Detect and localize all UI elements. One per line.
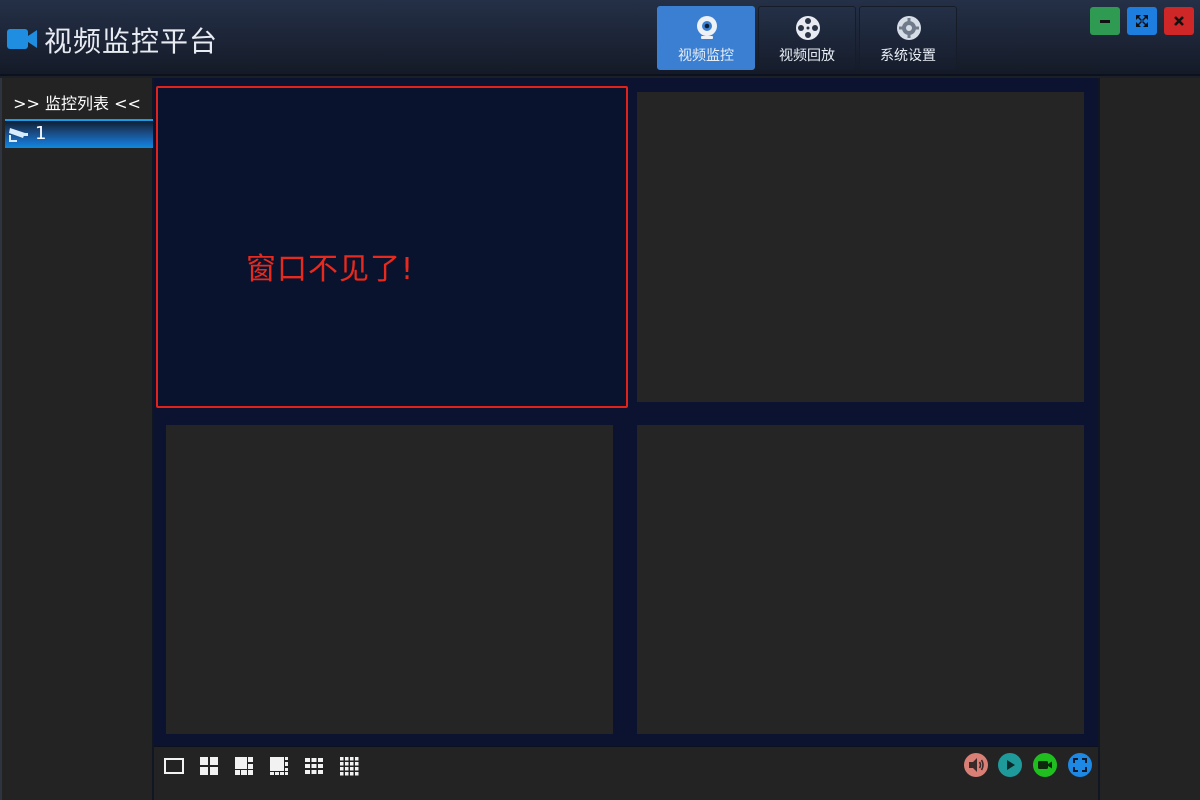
right-panel [1098,78,1200,800]
nav-label: 视频监控 [678,48,734,64]
camera-list-title[interactable]: >> 监控列表 << [2,90,152,114]
play-icon [1007,760,1015,770]
video-grid: 窗口不见了! [154,78,1098,746]
nav-settings-button[interactable]: 系统设置 [859,6,957,70]
pane-annotation: 窗口不见了! [246,252,415,287]
play-button[interactable] [998,753,1022,777]
maximize-button[interactable] [1127,7,1157,35]
gear-icon [897,16,921,40]
layout-1-icon[interactable] [164,756,184,776]
main-nav: 视频监控 视频回放 系统设置 [657,6,960,70]
minimize-icon [1100,20,1110,23]
nav-playback-button[interactable]: 视频回放 [758,6,856,70]
layout-16-icon[interactable] [339,756,359,776]
fullscreen-button[interactable] [1068,753,1092,777]
record-button[interactable] [1033,753,1057,777]
video-camera-icon [7,29,37,49]
nav-label: 视频回放 [779,48,835,64]
nav-video-monitor-button[interactable]: 视频监控 [657,6,755,70]
camera-label: 1 [35,123,47,144]
title-bar: 视频监控平台 视频监控 视频回放 系统设置 [0,0,1200,76]
video-pane[interactable] [637,425,1084,734]
volume-icon [969,758,984,772]
layout-9-icon[interactable] [304,756,324,776]
layout-8-icon[interactable] [269,756,289,776]
camera-list-item[interactable]: 1 [5,119,153,148]
film-reel-icon [796,16,820,40]
layout-6-icon[interactable] [234,756,254,776]
close-button[interactable] [1164,7,1194,35]
fullscreen-icon [1073,758,1087,772]
camera-list-panel: >> 监控列表 << 1 [0,78,154,800]
minimize-button[interactable] [1090,7,1120,35]
webcam-icon [697,16,717,39]
video-pane[interactable] [166,425,613,734]
video-pane[interactable] [637,92,1084,402]
maximize-icon [1136,15,1148,27]
video-toolbar [154,746,1098,800]
layout-4-icon[interactable] [199,756,219,776]
app-title: 视频监控平台 [44,25,219,58]
video-pane-selected[interactable]: 窗口不见了! [156,86,628,408]
nav-label: 系统设置 [880,48,936,64]
close-icon [1174,16,1184,26]
record-icon [1038,761,1052,769]
volume-button[interactable] [964,753,988,777]
cctv-camera-icon [9,128,28,142]
